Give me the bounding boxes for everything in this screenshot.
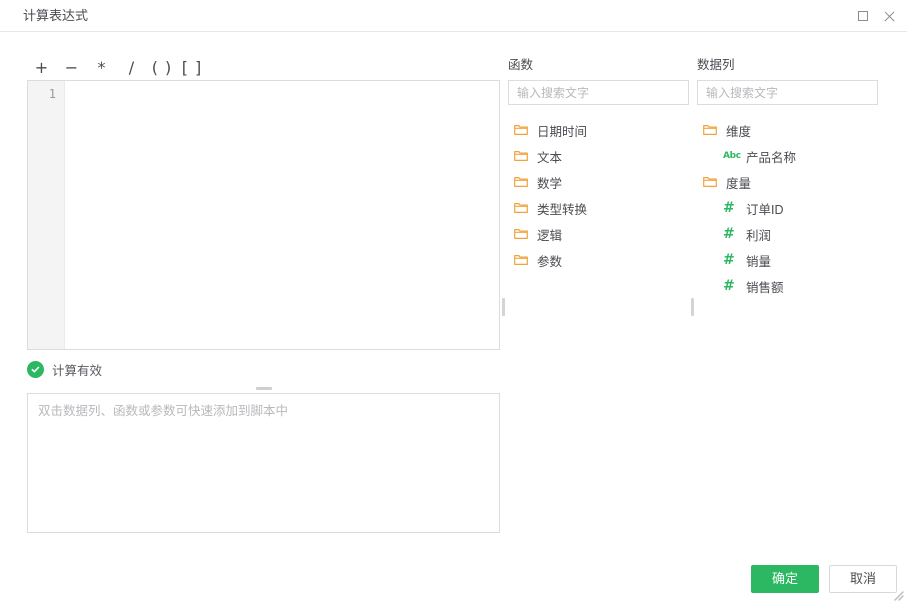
folder-icon (703, 174, 721, 190)
column-item-profit[interactable]: # 利润 (697, 221, 878, 247)
column-group-dimensions[interactable]: 维度 (697, 117, 878, 143)
tree-item-label: 维度 (726, 124, 752, 139)
folder-icon (703, 122, 721, 138)
hash-icon: # (723, 200, 735, 216)
operator-minus[interactable]: − (57, 55, 87, 79)
data-columns-tree-list: 维度 Abc 产品名称 度量 # 订单ID # 利润 # 销量 # 销售额 (697, 117, 878, 299)
function-group-text[interactable]: 文本 (508, 143, 689, 169)
data-columns-panel-title: 数据列 (697, 58, 735, 72)
tree-item-label: 利润 (746, 228, 772, 243)
tree-item-label: 文本 (537, 150, 563, 165)
vertical-splitter-left[interactable] (499, 80, 508, 533)
folder-icon (514, 200, 532, 216)
folder-icon (514, 174, 532, 190)
cancel-button[interactable]: 取消 (829, 565, 897, 593)
data-columns-panel: 数据列 维度 Abc 产品名称 (697, 55, 878, 533)
tree-item-label: 数学 (537, 176, 563, 191)
folder-icon (514, 122, 532, 138)
operator-brackets[interactable]: [ ] (177, 55, 207, 79)
hash-icon: # (723, 252, 735, 268)
operator-multiply[interactable]: * (87, 55, 117, 79)
column-item-order-id[interactable]: # 订单ID (697, 195, 878, 221)
column-group-measures[interactable]: 度量 (697, 169, 878, 195)
column-item-sales-amount[interactable]: # 销售额 (697, 273, 878, 299)
close-button[interactable] (879, 6, 899, 26)
folder-icon (514, 148, 532, 164)
function-group-logic[interactable]: 逻辑 (508, 221, 689, 247)
function-group-parameters[interactable]: 参数 (508, 247, 689, 273)
operator-parentheses[interactable]: ( ) (147, 55, 177, 79)
folder-icon (514, 252, 532, 268)
resize-grip-icon[interactable] (890, 587, 904, 601)
operator-toolbar: + − * / ( ) [ ] (27, 55, 207, 79)
hash-icon: # (723, 278, 735, 294)
abc-icon: Abc (723, 151, 741, 161)
operator-divide[interactable]: / (117, 55, 147, 79)
expression-code-area[interactable] (65, 81, 499, 349)
horizontal-splitter[interactable] (27, 384, 500, 393)
function-group-math[interactable]: 数学 (508, 169, 689, 195)
functions-tree[interactable]: 日期时间 文本 数学 类型转换 逻辑 参数 (508, 108, 689, 533)
expression-editor[interactable]: 1 (27, 80, 500, 350)
tree-item-label: 逻辑 (537, 228, 563, 243)
function-group-datetime[interactable]: 日期时间 (508, 117, 689, 143)
dialog-footer: 确定 取消 (0, 553, 907, 604)
functions-panel-title: 函数 (508, 58, 534, 72)
script-input[interactable] (27, 393, 500, 533)
validation-status: 计算有效 (27, 358, 102, 380)
vertical-splitter-right[interactable] (688, 80, 697, 533)
column-item-product-name[interactable]: Abc 产品名称 (697, 143, 878, 169)
hash-icon: # (723, 226, 735, 242)
maximize-button[interactable] (853, 6, 873, 26)
data-columns-tree[interactable]: 维度 Abc 产品名称 度量 # 订单ID # 利润 # 销量 # 销售额 (697, 108, 878, 533)
close-icon (883, 10, 896, 23)
confirm-button[interactable]: 确定 (751, 565, 819, 593)
title-bar: 计算表达式 (0, 0, 907, 32)
splitter-grip-icon (255, 387, 272, 390)
functions-panel: 函数 日期时间 文本 (508, 55, 689, 533)
splitter-grip-icon (691, 297, 694, 316)
tree-item-label: 类型转换 (537, 202, 588, 217)
check-circle-icon (27, 360, 44, 378)
line-number-gutter: 1 (28, 81, 65, 349)
tree-item-label: 参数 (537, 254, 563, 269)
tree-item-label: 度量 (726, 176, 752, 191)
function-group-type-conversion[interactable]: 类型转换 (508, 195, 689, 221)
validation-status-text: 计算有效 (52, 363, 103, 378)
operator-plus[interactable]: + (27, 55, 57, 79)
folder-icon (514, 226, 532, 242)
expression-editor-column: 1 计算有效 (27, 80, 500, 533)
functions-search-input[interactable] (508, 80, 689, 105)
functions-tree-list: 日期时间 文本 数学 类型转换 逻辑 参数 (508, 117, 689, 273)
data-columns-search-input[interactable] (697, 80, 878, 105)
maximize-icon (858, 11, 868, 21)
tree-item-label: 日期时间 (537, 124, 588, 139)
splitter-grip-icon (502, 297, 505, 316)
column-item-sales-quantity[interactable]: # 销量 (697, 247, 878, 273)
tree-item-label: 订单ID (746, 202, 784, 217)
tree-item-label: 销量 (746, 254, 772, 269)
tree-item-label: 产品名称 (746, 150, 797, 165)
tree-item-label: 销售额 (746, 280, 784, 295)
window-title: 计算表达式 (23, 8, 89, 23)
line-number: 1 (48, 87, 56, 101)
